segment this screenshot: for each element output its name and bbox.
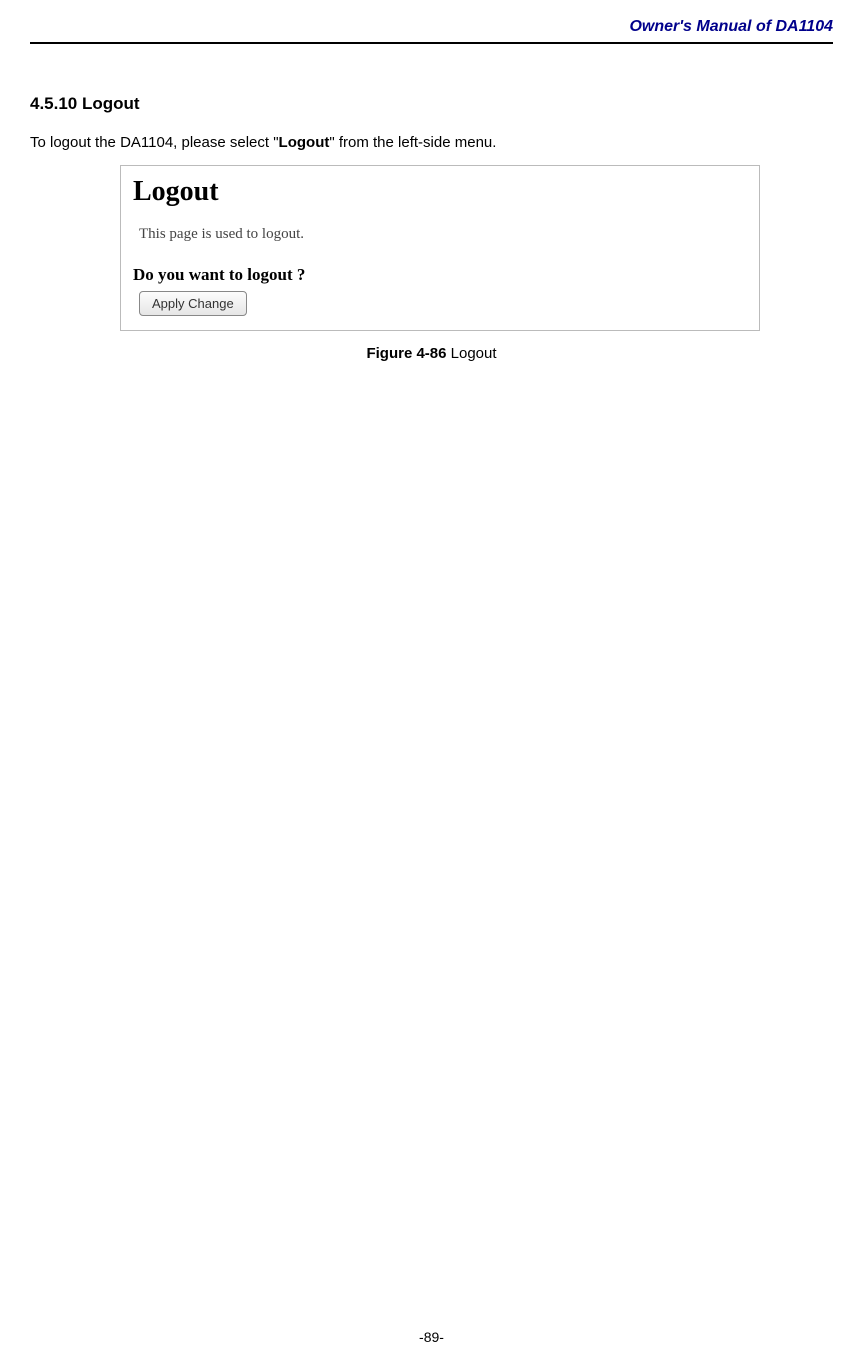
- page-number: -89-: [0, 1329, 863, 1345]
- header-divider: [30, 42, 833, 44]
- intro-prefix: To logout the DA1104, please select ": [30, 134, 279, 151]
- intro-paragraph: To logout the DA1104, please select "Log…: [30, 134, 833, 151]
- intro-bold: Logout: [279, 134, 330, 151]
- header-title: Owner's Manual of DA1104: [30, 0, 833, 36]
- figure-label: Figure 4-86: [366, 345, 446, 362]
- intro-suffix: " from the left-side menu.: [329, 134, 496, 151]
- figure-caption: Figure 4-86 Logout: [30, 345, 833, 362]
- section-heading: 4.5.10 Logout: [30, 94, 833, 114]
- logout-description: This page is used to logout.: [133, 226, 747, 243]
- logout-title: Logout: [133, 176, 747, 208]
- logout-screenshot: Logout This page is used to logout. Do y…: [120, 165, 760, 331]
- apply-change-button[interactable]: Apply Change: [139, 291, 247, 316]
- figure-caption-text: Logout: [446, 345, 496, 362]
- logout-question: Do you want to logout ?: [133, 265, 747, 285]
